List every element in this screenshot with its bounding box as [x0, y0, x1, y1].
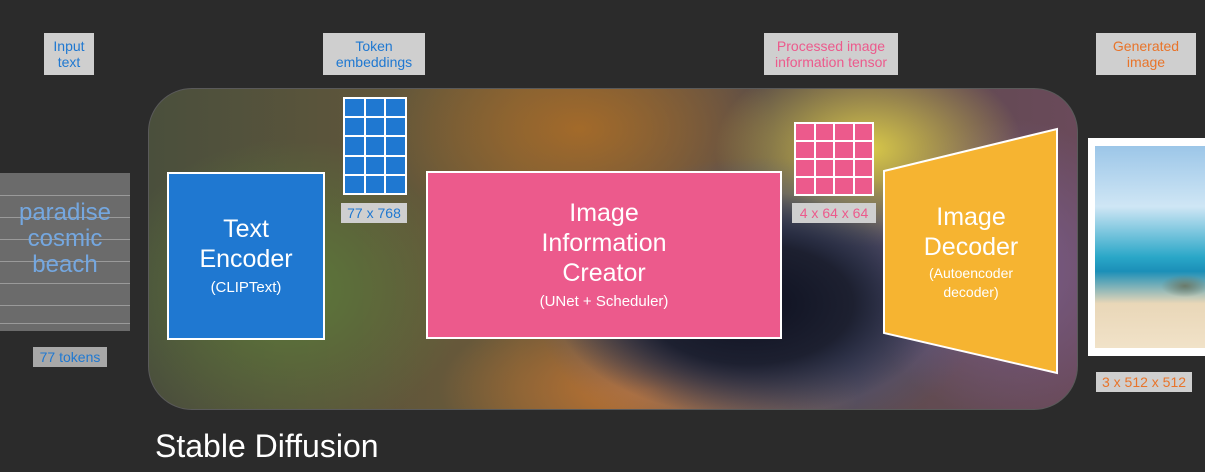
label-token-embeddings: Token embeddings: [323, 33, 425, 75]
input-token-count: 77 tokens: [33, 347, 107, 367]
image-decoder-text: Image Decoder (Autoencoder decoder): [882, 172, 1060, 332]
label-processed-tensor: Processed image information tensor: [764, 33, 898, 75]
text-encoder-block: Text Encoder (CLIPText): [167, 172, 325, 340]
text-encoder-title: Text Encoder: [199, 215, 293, 273]
label-generated-image: Generated image: [1096, 33, 1196, 75]
output-dims-label: 3 x 512 x 512: [1096, 372, 1192, 392]
latent-tensor-grid: [794, 122, 874, 196]
image-information-creator-block: Image Information Creator (UNet + Schedu…: [426, 171, 782, 339]
label-input-text: Input text: [44, 33, 94, 75]
embedding-dims-label: 77 x 768: [341, 203, 407, 223]
latent-dims-label: 4 x 64 x 64: [792, 203, 876, 223]
text-encoder-subtitle: (CLIPText): [210, 279, 282, 296]
diagram-caption: Stable Diffusion: [155, 428, 379, 464]
token-embeddings-grid: [343, 97, 407, 195]
image-information-creator-subtitle: (UNet + Scheduler): [539, 293, 669, 310]
image-decoder-subtitle: (Autoencoder decoder): [928, 265, 1014, 300]
image-information-creator-title: Image Information Creator: [541, 199, 667, 287]
generated-image: [1088, 138, 1205, 356]
image-decoder-title: Image Decoder: [923, 203, 1019, 261]
input-prompt-words: paradise cosmic beach: [18, 199, 112, 278]
